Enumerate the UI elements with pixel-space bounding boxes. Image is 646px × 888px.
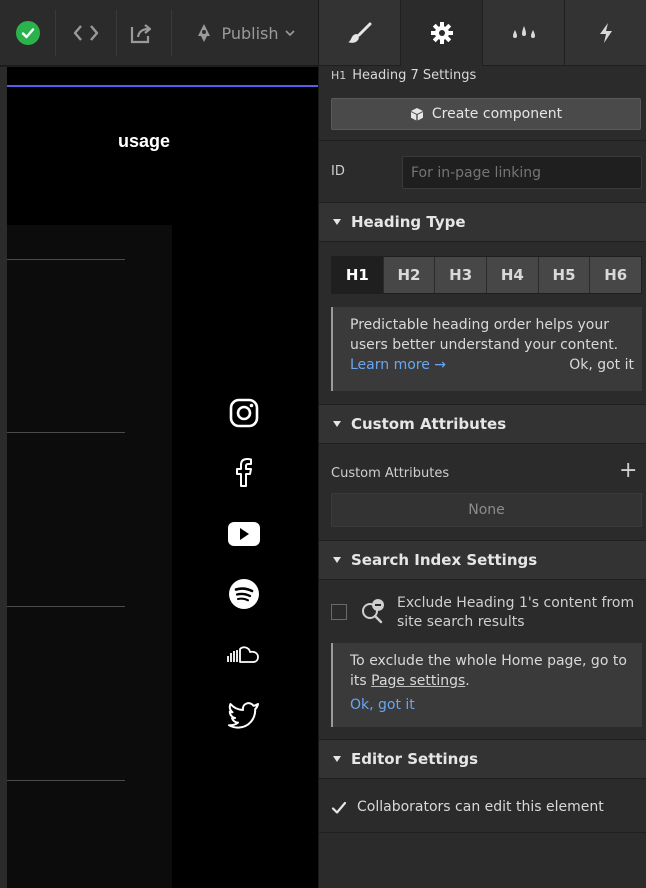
instagram-icon[interactable] bbox=[225, 394, 263, 432]
search-exclude-icon bbox=[362, 599, 384, 624]
publish-label: Publish bbox=[221, 23, 279, 43]
share-icon bbox=[130, 24, 152, 44]
canvas-divider bbox=[0, 432, 125, 433]
heading-order-hint: Predictable heading order helps your use… bbox=[331, 307, 642, 391]
exclude-search-label: Exclude Heading 1's content from site se… bbox=[397, 595, 635, 630]
heading-level-h1[interactable]: H1 bbox=[332, 257, 384, 293]
canvas-divider bbox=[0, 259, 125, 260]
tab-settings[interactable] bbox=[401, 0, 483, 66]
section-divider bbox=[319, 140, 646, 141]
dismiss-hint-button[interactable]: Ok, got it bbox=[569, 355, 634, 375]
cube-icon bbox=[410, 108, 423, 121]
share-button[interactable] bbox=[122, 0, 162, 66]
page-settings-link[interactable]: Page settings bbox=[371, 673, 465, 689]
collaborators-label: Collaborators can edit this element bbox=[357, 799, 604, 815]
top-toolbar: Publish bbox=[0, 0, 318, 66]
create-component-label: Create component bbox=[431, 106, 563, 122]
hint-text: Predictable heading order helps your use… bbox=[350, 317, 619, 353]
heading-level-h3[interactable]: H3 bbox=[435, 257, 488, 293]
canvas-content-block[interactable] bbox=[0, 225, 172, 888]
chevron-down-icon bbox=[284, 30, 295, 37]
hint-text-after: . bbox=[465, 673, 470, 689]
canvas-divider bbox=[0, 606, 125, 607]
settings-panel: H1 Heading 7 Settings Create component I… bbox=[318, 0, 646, 888]
youtube-icon[interactable] bbox=[225, 515, 263, 553]
twitter-icon[interactable] bbox=[225, 695, 263, 733]
dismiss-hint-button[interactable]: Ok, got it bbox=[350, 695, 415, 715]
heading-level-h2[interactable]: H2 bbox=[383, 257, 436, 293]
section-editor-settings[interactable]: Editor Settings bbox=[319, 739, 646, 779]
rocket-icon bbox=[198, 24, 211, 42]
section-custom-attributes[interactable]: Custom Attributes bbox=[319, 404, 646, 444]
publish-status-button[interactable] bbox=[12, 0, 44, 66]
section-title: Custom Attributes bbox=[351, 415, 507, 433]
selection-guide-line bbox=[0, 85, 318, 87]
canvas-divider bbox=[0, 780, 125, 781]
tab-interactions[interactable] bbox=[483, 0, 565, 66]
add-attribute-button[interactable]: + bbox=[619, 458, 637, 483]
collaborators-checkbox[interactable] bbox=[331, 800, 347, 816]
section-title: Editor Settings bbox=[351, 750, 479, 768]
code-export-button[interactable] bbox=[62, 0, 110, 66]
section-heading-type[interactable]: Heading Type bbox=[319, 202, 646, 242]
section-divider bbox=[319, 832, 646, 833]
section-title: Heading Type bbox=[351, 213, 466, 231]
hint-text: To exclude the whole Home page, go to it… bbox=[350, 651, 634, 691]
checkmark-icon bbox=[16, 21, 40, 45]
id-label: ID bbox=[331, 164, 345, 179]
canvas-heading-text[interactable]: usage bbox=[118, 131, 170, 152]
section-title: Search Index Settings bbox=[351, 551, 538, 569]
section-search-index[interactable]: Search Index Settings bbox=[319, 540, 646, 580]
drops-icon bbox=[512, 25, 535, 38]
design-canvas[interactable]: usage bbox=[0, 67, 318, 888]
code-brackets-icon bbox=[73, 25, 99, 41]
caret-down-icon bbox=[333, 756, 341, 762]
paintbrush-icon bbox=[347, 22, 371, 43]
toolbar-divider bbox=[55, 10, 56, 56]
canvas-left-edge bbox=[0, 67, 7, 888]
soundcloud-icon[interactable] bbox=[225, 635, 263, 673]
toolbar-divider bbox=[171, 10, 172, 56]
caret-down-icon bbox=[333, 219, 341, 225]
publish-dropdown[interactable]: Publish bbox=[180, 0, 308, 66]
facebook-icon[interactable] bbox=[225, 453, 263, 491]
panel-tabs bbox=[319, 0, 646, 66]
tab-style[interactable] bbox=[319, 0, 401, 66]
create-component-button[interactable]: Create component bbox=[331, 98, 641, 130]
exclude-search-checkbox[interactable] bbox=[331, 604, 347, 620]
heading-level-h4[interactable]: H4 bbox=[487, 257, 539, 293]
caret-down-icon bbox=[333, 421, 341, 427]
learn-more-link[interactable]: Learn more → bbox=[350, 355, 446, 375]
lightning-icon bbox=[599, 22, 612, 43]
attributes-empty-state: None bbox=[331, 493, 642, 527]
heading-level-h5[interactable]: H5 bbox=[538, 257, 591, 293]
toolbar-divider bbox=[116, 10, 117, 56]
heading-level-selector: H1 H2 H3 H4 H5 H6 bbox=[331, 256, 642, 294]
heading-level-h6[interactable]: H6 bbox=[590, 257, 642, 293]
caret-down-icon bbox=[333, 557, 341, 563]
id-input[interactable] bbox=[402, 156, 642, 189]
custom-attributes-label: Custom Attributes bbox=[331, 466, 450, 481]
spotify-icon[interactable] bbox=[225, 575, 263, 613]
settings-title: Heading 7 Settings bbox=[352, 68, 477, 83]
page-exclude-hint: To exclude the whole Home page, go to it… bbox=[331, 643, 642, 727]
heading-tag-badge: H1 bbox=[331, 69, 347, 82]
gear-icon bbox=[430, 22, 453, 44]
tab-lightning[interactable] bbox=[565, 0, 646, 66]
selected-element-title: H1 Heading 7 Settings bbox=[331, 68, 476, 83]
